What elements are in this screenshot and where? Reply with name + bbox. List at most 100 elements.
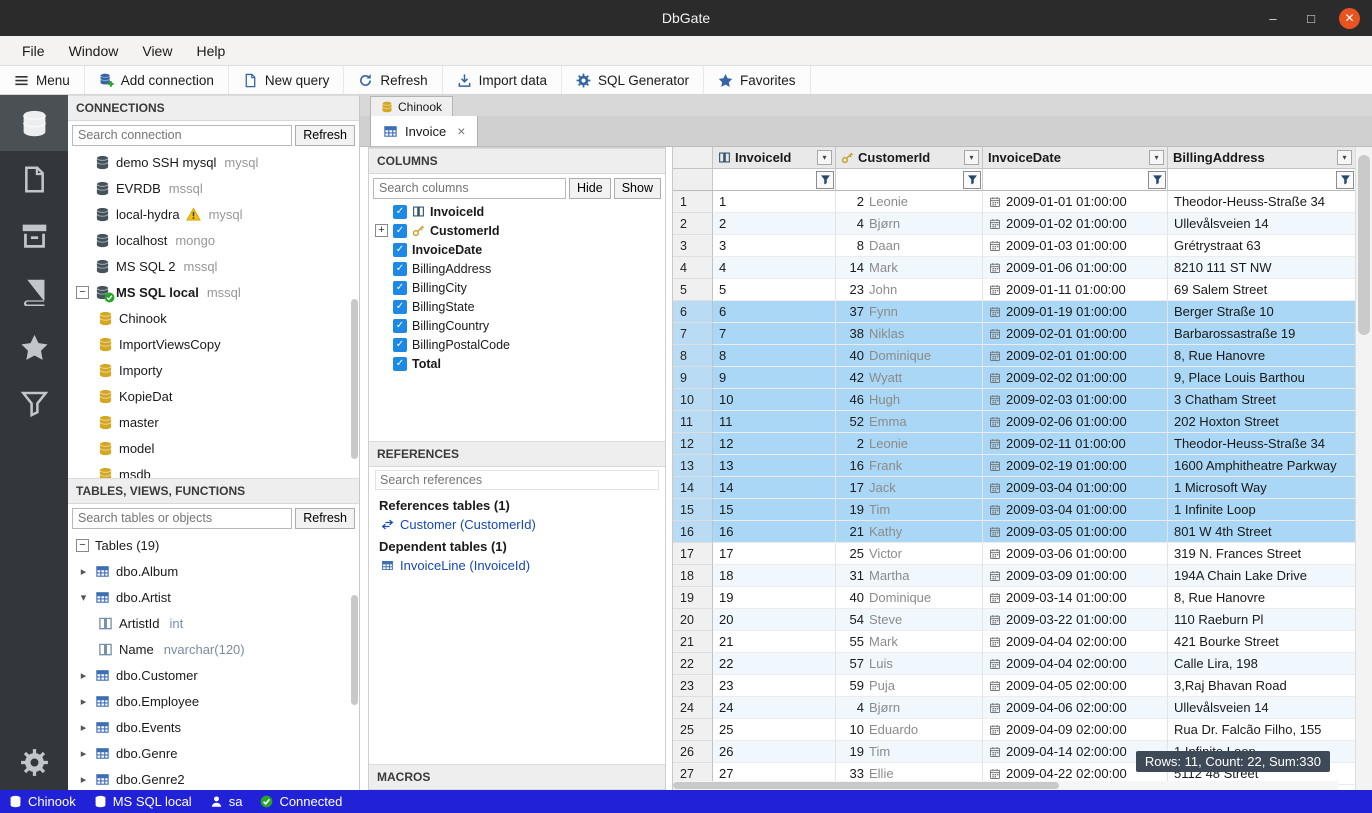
cell-billing-address[interactable]: Calle Lira, 198 xyxy=(1168,653,1355,675)
filter-input[interactable] xyxy=(837,171,963,189)
cell-customer-id[interactable]: 54Steve xyxy=(836,609,983,631)
rail-connections-button[interactable] xyxy=(0,95,68,151)
tables-search-input[interactable] xyxy=(72,508,292,529)
column-checkbox[interactable]: ✓ xyxy=(393,281,407,295)
column-menu-button[interactable]: ▾ xyxy=(964,150,979,165)
filter-input[interactable] xyxy=(984,171,1148,189)
cell-invoice-date[interactable]: 2009-03-06 01:00:00 xyxy=(983,543,1168,565)
cell-invoice-id[interactable]: 24 xyxy=(713,697,836,719)
tab-close-icon[interactable]: × xyxy=(457,123,465,139)
statusbar-connection[interactable]: MS SQL local xyxy=(94,794,192,809)
tab-invoice[interactable]: Invoice × xyxy=(370,116,478,146)
cell-billing-address[interactable]: 1 Microsoft Way xyxy=(1168,477,1355,499)
cell-customer-id[interactable]: 23John xyxy=(836,279,983,301)
column-menu-button[interactable]: ▾ xyxy=(817,150,832,165)
row-number[interactable]: 6 xyxy=(673,301,713,323)
cell-customer-id[interactable]: 37Fynn xyxy=(836,301,983,323)
cell-invoice-id[interactable]: 19 xyxy=(713,587,836,609)
cell-invoice-id[interactable]: 2 xyxy=(713,213,836,235)
scrollbar-thumb[interactable] xyxy=(1358,155,1370,335)
table-item[interactable]: ▾dbo.Artist xyxy=(68,584,359,610)
toolbar-favorites[interactable]: Favorites xyxy=(704,66,811,94)
cell-invoice-id[interactable]: 13 xyxy=(713,455,836,477)
row-number[interactable]: 11 xyxy=(673,411,713,433)
scrollbar-thumb[interactable] xyxy=(351,595,358,705)
cell-billing-address[interactable]: 202 Hoxton Street xyxy=(1168,411,1355,433)
reference-link[interactable]: InvoiceLine (InvoiceId) xyxy=(369,556,665,575)
table-item[interactable]: ▸dbo.Genre xyxy=(68,740,359,766)
cell-invoice-id[interactable]: 25 xyxy=(713,719,836,741)
connection-item[interactable]: EVRDBmssql xyxy=(68,175,359,201)
cell-invoice-date[interactable]: 2009-01-19 01:00:00 xyxy=(983,301,1168,323)
filter-button[interactable] xyxy=(963,171,981,189)
scrollbar-thumb[interactable] xyxy=(351,299,358,459)
database-item[interactable]: ImportViewsCopy xyxy=(68,331,359,357)
cell-invoice-date[interactable]: 2009-04-04 02:00:00 xyxy=(983,653,1168,675)
cell-invoice-id[interactable]: 6 xyxy=(713,301,836,323)
column-list-item[interactable]: ✓BillingState xyxy=(369,297,665,316)
cell-customer-id[interactable]: 40Dominique xyxy=(836,345,983,367)
rail-settings-button[interactable] xyxy=(0,734,68,790)
cell-customer-id[interactable]: 38Niklas xyxy=(836,323,983,345)
row-number[interactable]: 21 xyxy=(673,631,713,653)
row-number[interactable]: 23 xyxy=(673,675,713,697)
horizontal-scrollbar[interactable] xyxy=(673,781,1338,790)
collapse-icon[interactable]: − xyxy=(76,286,89,299)
cell-invoice-id[interactable]: 5 xyxy=(713,279,836,301)
hide-button[interactable]: Hide xyxy=(569,178,611,199)
column-checkbox[interactable]: ✓ xyxy=(393,243,407,257)
rail-archive-button[interactable] xyxy=(0,207,68,263)
column-checkbox[interactable]: ✓ xyxy=(393,262,407,276)
column-list-item[interactable]: ✓BillingPostalCode xyxy=(369,335,665,354)
cell-billing-address[interactable]: Berger Straße 10 xyxy=(1168,301,1355,323)
chevron-right-icon[interactable]: ▸ xyxy=(78,721,89,734)
cell-invoice-id[interactable]: 21 xyxy=(713,631,836,653)
cell-invoice-date[interactable]: 2009-01-02 01:00:00 xyxy=(983,213,1168,235)
grid-column-header[interactable]: InvoiceDate▾ xyxy=(983,147,1168,169)
column-list-item[interactable]: ✓Total xyxy=(369,354,665,373)
database-item[interactable]: KopieDat xyxy=(68,383,359,409)
cell-customer-id[interactable]: 2Leonie xyxy=(836,433,983,455)
chevron-right-icon[interactable]: ▸ xyxy=(78,773,89,786)
connection-item[interactable]: local-hydramysql xyxy=(68,201,359,227)
row-number[interactable]: 26 xyxy=(673,741,713,763)
cell-invoice-id[interactable]: 20 xyxy=(713,609,836,631)
table-item[interactable]: ▸dbo.Employee xyxy=(68,688,359,714)
row-number[interactable]: 17 xyxy=(673,543,713,565)
cell-billing-address[interactable]: Ullevålsveien 14 xyxy=(1168,213,1355,235)
row-number[interactable]: 4 xyxy=(673,257,713,279)
cell-invoice-date[interactable]: 2009-03-09 01:00:00 xyxy=(983,565,1168,587)
filter-input[interactable] xyxy=(714,171,816,189)
toolbar-sql-generator[interactable]: SQL Generator xyxy=(562,66,704,94)
cell-invoice-date[interactable]: 2009-03-04 01:00:00 xyxy=(983,499,1168,521)
cell-billing-address[interactable]: Rua Dr. Falcão Filho, 155 xyxy=(1168,719,1355,741)
table-item[interactable]: ▸dbo.Events xyxy=(68,714,359,740)
cell-customer-id[interactable]: 59Puja xyxy=(836,675,983,697)
connection-item[interactable]: demo SSH mysqlmysql xyxy=(68,149,359,175)
connection-item[interactable]: localhostmongo xyxy=(68,227,359,253)
cell-invoice-id[interactable]: 10 xyxy=(713,389,836,411)
rail-files-button[interactable] xyxy=(0,151,68,207)
cell-invoice-date[interactable]: 2009-03-14 01:00:00 xyxy=(983,587,1168,609)
cell-billing-address[interactable]: 69 Salem Street xyxy=(1168,279,1355,301)
cell-customer-id[interactable]: 40Dominique xyxy=(836,587,983,609)
filter-cell[interactable] xyxy=(1168,169,1355,191)
cell-customer-id[interactable]: 55Mark xyxy=(836,631,983,653)
row-number[interactable]: 8 xyxy=(673,345,713,367)
chevron-right-icon[interactable]: ▸ xyxy=(78,695,89,708)
cell-customer-id[interactable]: 42Wyatt xyxy=(836,367,983,389)
cell-customer-id[interactable]: 46Hugh xyxy=(836,389,983,411)
chevron-down-icon[interactable]: ▾ xyxy=(78,591,89,604)
rail-filter-button[interactable] xyxy=(0,375,68,431)
statusbar-database[interactable]: Chinook xyxy=(9,794,76,809)
cell-invoice-id[interactable]: 7 xyxy=(713,323,836,345)
database-item[interactable]: Importy xyxy=(68,357,359,383)
database-item[interactable]: master xyxy=(68,409,359,435)
column-menu-button[interactable]: ▾ xyxy=(1149,150,1164,165)
row-number[interactable]: 1 xyxy=(673,191,713,213)
connection-item[interactable]: MS SQL 2mssql xyxy=(68,253,359,279)
cell-billing-address[interactable]: Ullevålsveien 14 xyxy=(1168,697,1355,719)
cell-invoice-date[interactable]: 2009-02-06 01:00:00 xyxy=(983,411,1168,433)
column-list-item[interactable]: ✓InvoiceDate xyxy=(369,240,665,259)
cell-invoice-date[interactable]: 2009-02-01 01:00:00 xyxy=(983,345,1168,367)
